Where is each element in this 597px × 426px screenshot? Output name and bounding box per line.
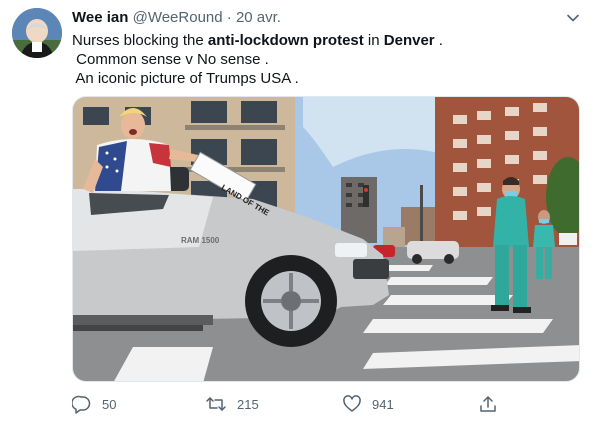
avatar[interactable] xyxy=(12,8,62,58)
heart-icon xyxy=(343,395,361,412)
tweet-date[interactable]: 20 avr. xyxy=(236,9,281,26)
tweet-text-line-1: Nurses blocking the anti-lockdown protes… xyxy=(72,32,443,49)
tweet-actions: 50 215 941 xyxy=(72,393,512,415)
author-handle[interactable]: @WeeRound xyxy=(133,9,223,26)
avatar-image xyxy=(12,8,62,58)
separator: · xyxy=(226,9,232,26)
share-icon xyxy=(480,396,496,412)
reply-icon xyxy=(72,395,91,414)
share-button[interactable] xyxy=(478,393,498,415)
photo-scene: LAND OF THE RAM 1500 xyxy=(73,97,579,381)
retweet-icon xyxy=(206,397,226,411)
tweet-header: Wee ian @WeeRound · 20 avr. xyxy=(72,9,281,27)
chevron-down-icon[interactable] xyxy=(565,10,581,26)
reply-count: 50 xyxy=(102,396,117,412)
tweet-photo[interactable]: LAND OF THE RAM 1500 xyxy=(72,96,580,382)
retweet-button[interactable]: 215 xyxy=(205,393,259,415)
author-name[interactable]: Wee ian xyxy=(72,9,128,26)
tweet-text-line-2: Common sense v No sense . xyxy=(72,51,269,68)
reply-button[interactable]: 50 xyxy=(72,393,116,415)
tweet-text: Nurses blocking the anti-lockdown protes… xyxy=(72,31,443,88)
like-count: 941 xyxy=(372,396,394,412)
tweet-text-line-3: An iconic picture of Trumps USA . xyxy=(72,70,299,87)
like-button[interactable]: 941 xyxy=(342,393,394,415)
truck-badge-text: RAM 1500 xyxy=(181,236,220,245)
retweet-count: 215 xyxy=(237,396,259,412)
tweet[interactable]: Wee ian @WeeRound · 20 avr. Nurses block… xyxy=(0,0,597,426)
